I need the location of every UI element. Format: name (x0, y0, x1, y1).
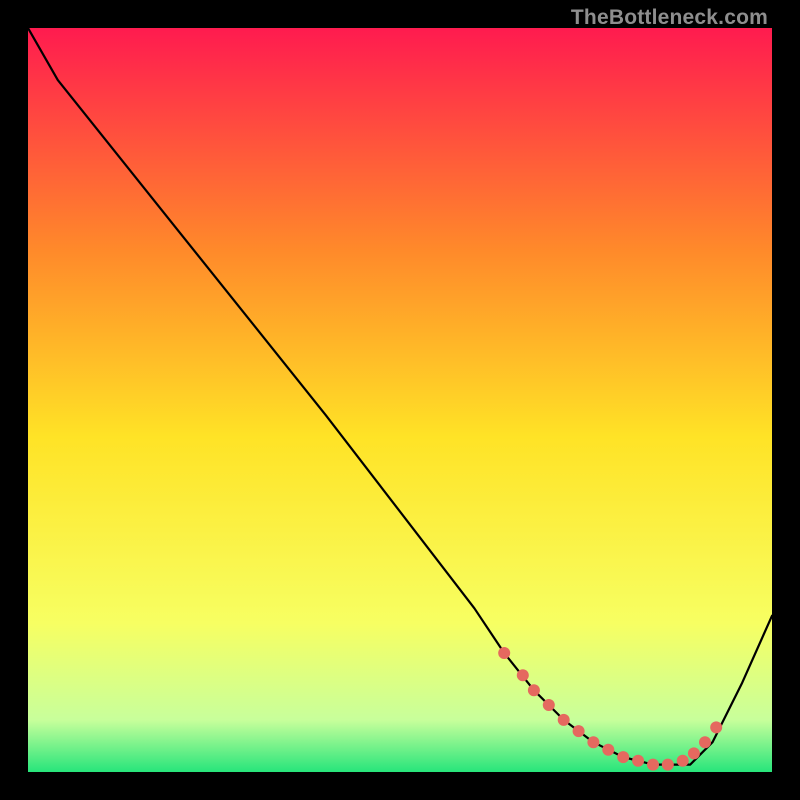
curve-marker (699, 736, 711, 748)
chart-frame (28, 28, 772, 772)
curve-marker (528, 684, 540, 696)
curve-marker (710, 721, 722, 733)
curve-marker (688, 747, 700, 759)
curve-marker (558, 714, 570, 726)
curve-marker (498, 647, 510, 659)
curve-marker (602, 744, 614, 756)
curve-marker (647, 759, 659, 771)
curve-marker (632, 755, 644, 767)
curve-marker (573, 725, 585, 737)
curve-marker (662, 759, 674, 771)
curve-marker (517, 669, 529, 681)
curve-marker (587, 736, 599, 748)
curve-marker (617, 751, 629, 763)
watermark-text: TheBottleneck.com (571, 6, 768, 30)
curve-marker (543, 699, 555, 711)
bottleneck-curve-chart (28, 28, 772, 772)
curve-marker (677, 755, 689, 767)
gradient-background (28, 28, 772, 772)
